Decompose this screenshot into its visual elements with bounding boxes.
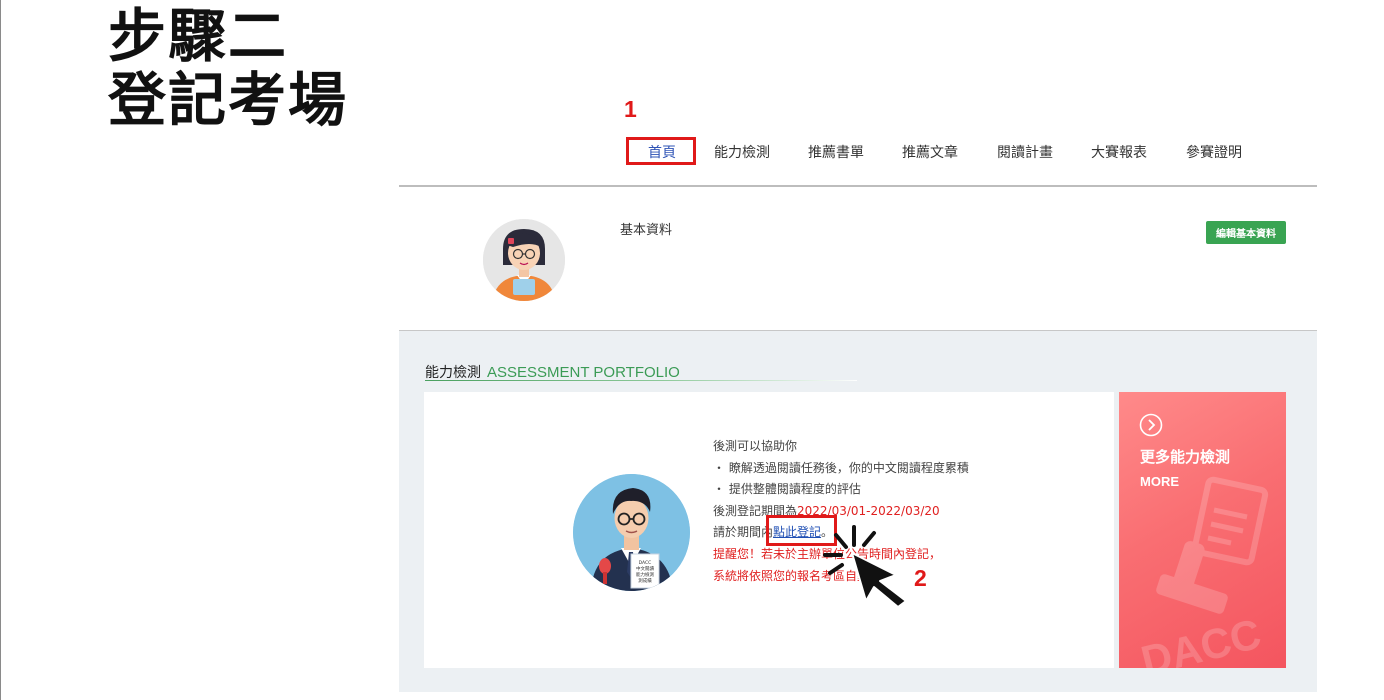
- click-cursor-icon: [823, 525, 907, 607]
- annotation-number-2: 2: [914, 565, 927, 591]
- step-heading-line1: 步驟二: [108, 2, 289, 70]
- nav-item-contest-report[interactable]: 大賽報表: [1091, 142, 1147, 162]
- avatar: [483, 219, 565, 301]
- stamp-watermark-icon: DACC: [1136, 476, 1269, 668]
- assessment-section-title: 能力檢測 ASSESSMENT PORTFOLIO: [425, 362, 680, 382]
- student-avatar-illustration: [483, 219, 565, 301]
- assessment-title-zh: 能力檢測: [425, 365, 481, 381]
- main-nav: 首頁 能力檢測 推薦書單 推薦文章 閱讀計畫 大賽報表 參賽證明: [0, 142, 1384, 162]
- assessment-title-en: ASSESSMENT PORTFOLIO: [487, 364, 680, 381]
- book-text-1: DACC: [639, 560, 652, 566]
- edit-profile-button[interactable]: 編輯基本資料: [1206, 221, 1286, 244]
- teacher-illustration: DACC 中文閱讀 能力檢測 測成績: [573, 474, 690, 591]
- nav-item-home[interactable]: 首頁: [648, 142, 676, 162]
- annotation-number-1: 1: [624, 96, 637, 122]
- nav-item-assessment[interactable]: 能力檢測: [714, 142, 770, 162]
- book-text-2: 中文閱讀: [636, 565, 654, 572]
- nav-item-reading-plan[interactable]: 閱讀計畫: [997, 142, 1053, 162]
- more-assessment-card[interactable]: 更多能力檢測 MORE DACC: [1119, 392, 1286, 668]
- book-text-3: 能力檢測: [636, 571, 654, 578]
- info-intro: 後測可以協助你: [713, 439, 798, 453]
- page-left-border: [0, 0, 1, 700]
- register-prefix: 請於期間內: [713, 525, 774, 539]
- section-title-underline: [425, 380, 857, 381]
- stamp-watermark-text: DACC: [1136, 610, 1265, 668]
- nav-item-articles[interactable]: 推薦文章: [902, 142, 958, 162]
- info-bullet-1: ・ 瞭解透過閱讀任務後，你的中文閱讀程度累積: [713, 461, 969, 475]
- teacher-figure-icon: DACC 中文閱讀 能力檢測 測成績: [573, 474, 690, 591]
- info-bullet-2: ・ 提供整體閱讀程度的評估: [713, 482, 861, 496]
- nav-item-booklist[interactable]: 推薦書單: [808, 142, 864, 162]
- book-text-4: 測成績: [638, 577, 652, 584]
- nav-item-certificate[interactable]: 參賽證明: [1186, 142, 1242, 162]
- step-heading-line2: 登記考場: [108, 66, 349, 134]
- profile-section-label: 基本資料: [620, 223, 673, 238]
- nav-divider: [399, 185, 1317, 187]
- step-heading: 步驟二 登記考場: [108, 4, 348, 132]
